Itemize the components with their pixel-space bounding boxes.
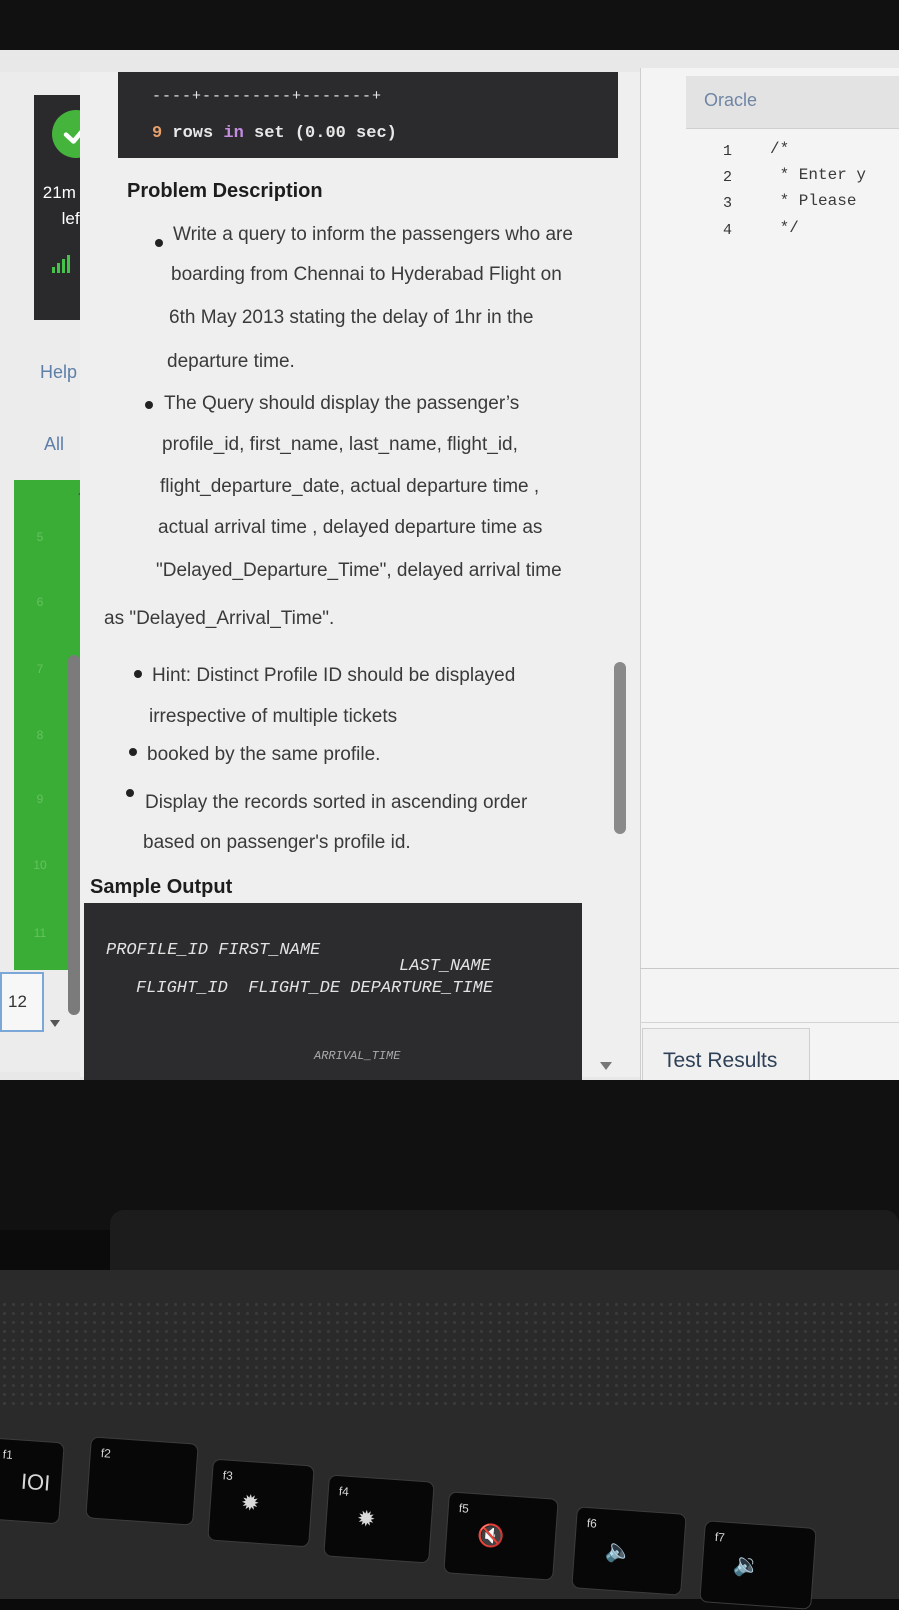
question-item-8[interactable]: 8	[30, 728, 50, 742]
question-item-10[interactable]: 10	[30, 858, 50, 872]
key-f6-label: f6	[586, 1516, 598, 1531]
line-number: 4	[722, 222, 732, 239]
mute-icon: 🔇	[476, 1522, 506, 1550]
key-f5-label: f5	[458, 1501, 470, 1516]
timer-minutes: 21m	[42, 183, 76, 202]
sample-output-heading: Sample Output	[90, 876, 233, 898]
screen-bottom-bezel	[0, 1080, 899, 1230]
bullet-icon	[145, 401, 153, 409]
key-f7-label: f7	[714, 1529, 726, 1545]
problem-line: flight_departure_date, actual departure …	[160, 476, 540, 497]
all-questions-link[interactable]: All	[44, 434, 64, 455]
problem-line: "Delayed_Departure_Time", delayed arriva…	[156, 560, 562, 581]
question-item-6[interactable]: 6	[30, 595, 50, 609]
sample-header-row2: FLIGHT_ID FLIGHT_DE DEPARTURE_TIME	[136, 979, 494, 998]
question-item-current[interactable]: 12	[0, 972, 44, 1032]
scroll-down-icon[interactable]	[50, 1020, 60, 1027]
help-link[interactable]: Help	[40, 362, 77, 383]
language-selector-value[interactable]: Oracle	[704, 90, 757, 111]
bullet-icon	[155, 239, 163, 247]
line-number: 1	[722, 143, 732, 160]
signal-strength-icon	[52, 255, 70, 273]
bullet-icon	[126, 789, 134, 797]
problem-line: as "Delayed_Arrival_Time".	[104, 608, 335, 629]
sidebar-scrollbar[interactable]	[68, 655, 80, 1015]
bullet-icon	[129, 748, 137, 756]
rows-count: 9	[152, 124, 163, 143]
sample-header-row1: PROFILE_ID FIRST_NAME	[106, 941, 321, 960]
sample-output-block: PROFILE_ID FIRST_NAME LAST_NAME FLIGHT_I…	[84, 903, 582, 1088]
terminal-rows-summary: 9 rows in set (0.00 sec)	[152, 124, 397, 143]
key-f4[interactable]: f4 ✹	[323, 1474, 435, 1564]
volume-down-icon: 🔈	[604, 1537, 634, 1565]
question-item-11[interactable]: 11	[30, 926, 50, 940]
code-line[interactable]: */	[770, 219, 799, 237]
rows-set-word: set	[254, 124, 285, 143]
key-f6[interactable]: f6 🔈	[571, 1506, 687, 1596]
problem-line: 6th May 2013 stating the delay of 1hr in…	[169, 307, 534, 328]
key-f4-label: f4	[338, 1484, 350, 1499]
code-line[interactable]: /*	[770, 140, 789, 158]
key-f3-label: f3	[222, 1468, 234, 1483]
volume-up-icon: 🔉	[732, 1551, 762, 1579]
rows-time: (0.00 sec)	[294, 124, 397, 143]
problem-pane-scrollbar[interactable]	[614, 662, 626, 834]
line-number: 3	[722, 195, 732, 212]
problem-line: Write a query to inform the passengers w…	[173, 224, 573, 245]
speaker-grille	[0, 1300, 899, 1410]
code-line[interactable]: * Please	[770, 192, 857, 210]
problem-line: boarding from Chennai to Hyderabad Fligh…	[171, 264, 562, 285]
pane-scroll-down-icon[interactable]	[600, 1062, 612, 1070]
problem-line: actual arrival time , delayed departure …	[158, 517, 543, 538]
problem-line: The Query should display the passenger’s	[164, 393, 520, 414]
key-f3[interactable]: f3 ✹	[207, 1458, 315, 1548]
question-item-7[interactable]: 7	[30, 662, 50, 676]
line-number: 2	[722, 169, 732, 186]
terminal-table-border: ----+---------+-------+	[152, 88, 383, 105]
sample-header-row3: ARRIVAL_TIME	[314, 1049, 401, 1063]
terminal-output-block: ----+---------+-------+ 9 rows in set (0…	[118, 72, 618, 158]
question-item-9[interactable]: 9	[30, 792, 50, 806]
key-f1-icon: IOI	[20, 1468, 52, 1496]
editor-divider	[640, 968, 899, 969]
problem-line: Hint: Distinct Profile ID should be disp…	[152, 665, 516, 686]
sample-header-lastname: LAST_NAME	[399, 957, 491, 976]
key-f1[interactable]: f1 IOI	[0, 1437, 65, 1525]
problem-line: based on passenger's profile id.	[143, 832, 411, 853]
problem-line: departure time.	[167, 351, 295, 372]
problem-line: irrespective of multiple tickets	[149, 706, 398, 727]
key-f2[interactable]: f2	[85, 1436, 199, 1526]
question-item-5[interactable]: 5	[30, 530, 50, 544]
rows-word: rows	[172, 124, 214, 143]
code-line[interactable]: * Enter y	[770, 166, 866, 184]
key-f7[interactable]: f7 🔉	[699, 1520, 817, 1610]
brightness-down-icon: ✹	[240, 1489, 261, 1516]
key-f5[interactable]: f5 🔇	[443, 1491, 559, 1581]
problem-line: profile_id, first_name, last_name, fligh…	[162, 434, 518, 455]
bullet-icon	[134, 670, 142, 678]
rows-in-keyword: in	[223, 124, 244, 143]
brightness-up-icon: ✹	[356, 1505, 377, 1532]
problem-line: booked by the same profile.	[147, 744, 381, 765]
problem-description-heading: Problem Description	[127, 180, 323, 202]
key-f2-label: f2	[100, 1446, 112, 1461]
problem-line: Display the records sorted in ascending …	[145, 792, 528, 813]
key-f1-label: f1	[2, 1447, 14, 1462]
editor-divider	[640, 1022, 899, 1023]
